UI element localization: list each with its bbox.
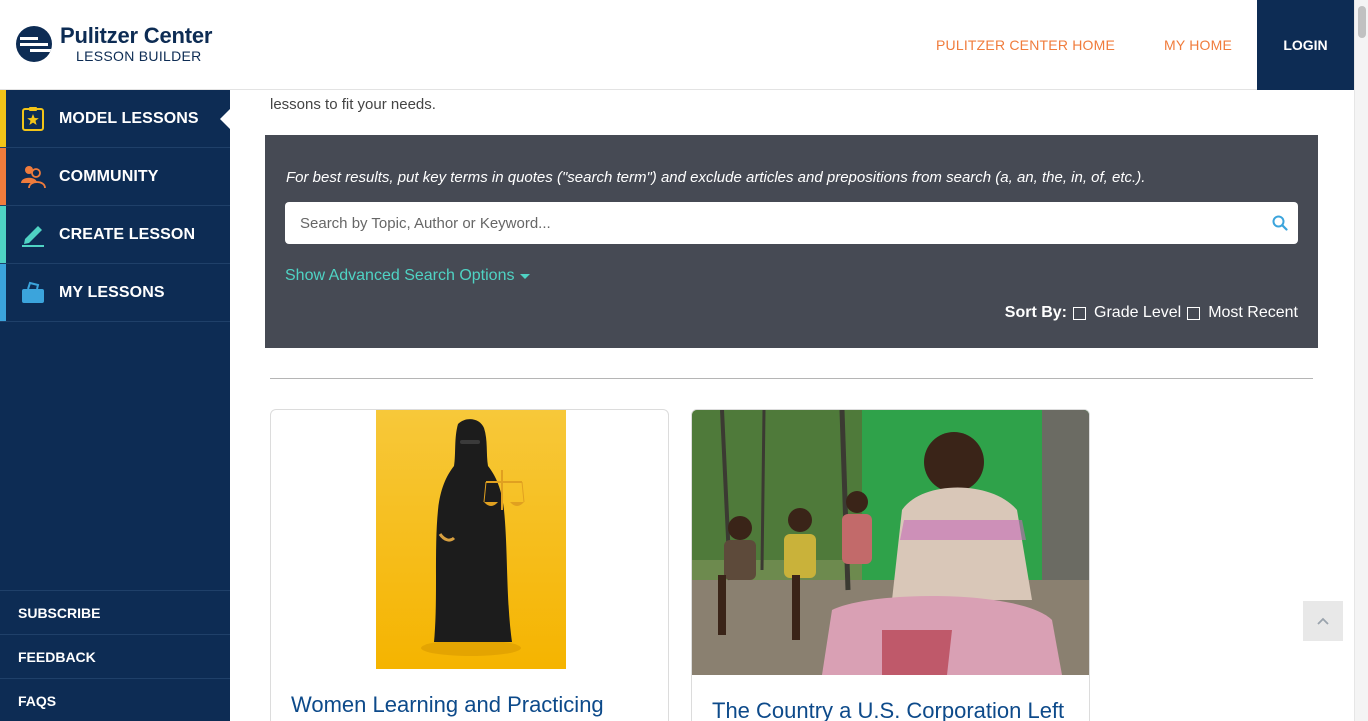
feedback-link[interactable]: FEEDBACK bbox=[0, 634, 230, 678]
lesson-card[interactable]: The Country a U.S. Corporation Left bbox=[691, 409, 1090, 721]
sidebar-item-model-lessons[interactable]: MODEL LESSONS bbox=[0, 90, 230, 148]
feedback-label: FEEDBACK bbox=[18, 649, 96, 665]
site-header: Pulitzer Center LESSON BUILDER PULITZER … bbox=[0, 0, 1354, 90]
search-panel: For best results, put key terms in quote… bbox=[265, 135, 1318, 348]
sort-label: Sort By: bbox=[1004, 304, 1068, 321]
sidebar: MODEL LESSONS COMMUNITY CREATE LESSON MY… bbox=[0, 90, 230, 721]
subscribe-link[interactable]: SUBSCRIBE bbox=[0, 590, 230, 634]
pencil-icon bbox=[22, 226, 44, 247]
sidebar-accent-bar bbox=[0, 148, 6, 205]
login-button[interactable]: LOGIN bbox=[1257, 0, 1354, 90]
advanced-search-toggle[interactable]: Show Advanced Search Options bbox=[285, 267, 531, 285]
chevron-up-icon bbox=[1317, 617, 1329, 625]
lesson-card-image bbox=[692, 410, 1089, 675]
sort-grade-level-checkbox[interactable] bbox=[1073, 306, 1087, 320]
sidebar-item-label: CREATE LESSON bbox=[59, 226, 196, 243]
search-hint: For best results, put key terms in quote… bbox=[286, 169, 1146, 186]
sort-most-recent-checkbox[interactable] bbox=[1187, 306, 1201, 320]
lesson-card-title[interactable]: The Country a U.S. Corporation Left bbox=[712, 698, 1064, 721]
logo-subtitle: LESSON BUILDER bbox=[76, 48, 202, 64]
sort-option-grade-level[interactable]: Grade Level bbox=[1094, 304, 1181, 322]
briefcase-icon bbox=[22, 281, 44, 303]
scroll-to-top-button[interactable] bbox=[1303, 601, 1343, 641]
sidebar-accent-bar bbox=[0, 206, 6, 263]
page-scrollbar[interactable] bbox=[1354, 0, 1368, 721]
logo-title: Pulitzer Center bbox=[60, 23, 213, 48]
search-icon[interactable] bbox=[1272, 215, 1288, 231]
search-input[interactable] bbox=[285, 202, 1255, 244]
scrollbar-thumb[interactable] bbox=[1358, 6, 1366, 38]
faqs-link[interactable]: FAQS bbox=[0, 678, 230, 721]
lesson-card-image bbox=[376, 410, 566, 669]
caret-down-icon bbox=[520, 273, 531, 279]
pulitzer-logo[interactable]: Pulitzer Center LESSON BUILDER bbox=[16, 25, 212, 63]
sidebar-item-create-lesson[interactable]: CREATE LESSON bbox=[0, 206, 230, 264]
logo-mark-icon bbox=[16, 26, 52, 62]
sidebar-accent-bar bbox=[0, 90, 6, 147]
clipboard-star-icon bbox=[22, 107, 44, 131]
sidebar-item-my-lessons[interactable]: MY LESSONS bbox=[0, 264, 230, 322]
faqs-label: FAQS bbox=[18, 693, 57, 709]
sidebar-item-community[interactable]: COMMUNITY bbox=[0, 148, 230, 206]
sidebar-item-label: MY LESSONS bbox=[59, 284, 165, 301]
subscribe-label: SUBSCRIBE bbox=[18, 605, 101, 621]
nav-my-home[interactable]: MY HOME bbox=[1164, 37, 1232, 53]
nav-pulitzer-center-home[interactable]: PULITZER CENTER HOME bbox=[936, 37, 1115, 53]
section-divider bbox=[270, 378, 1313, 379]
sort-controls: Sort By: Grade Level Most Recent bbox=[1005, 304, 1298, 322]
search-box bbox=[285, 202, 1298, 244]
sort-option-most-recent[interactable]: Most Recent bbox=[1208, 304, 1298, 322]
advanced-search-label: Show Advanced Search Options bbox=[285, 267, 515, 284]
intro-text: lessons to fit your needs. bbox=[270, 96, 436, 113]
lesson-card[interactable]: Women Learning and Practicing bbox=[270, 409, 669, 721]
sidebar-item-label: MODEL LESSONS bbox=[59, 110, 199, 127]
community-icon bbox=[21, 166, 46, 189]
sidebar-item-label: COMMUNITY bbox=[59, 168, 159, 185]
sidebar-accent-bar bbox=[0, 264, 6, 321]
lesson-card-title[interactable]: Women Learning and Practicing bbox=[291, 692, 604, 718]
